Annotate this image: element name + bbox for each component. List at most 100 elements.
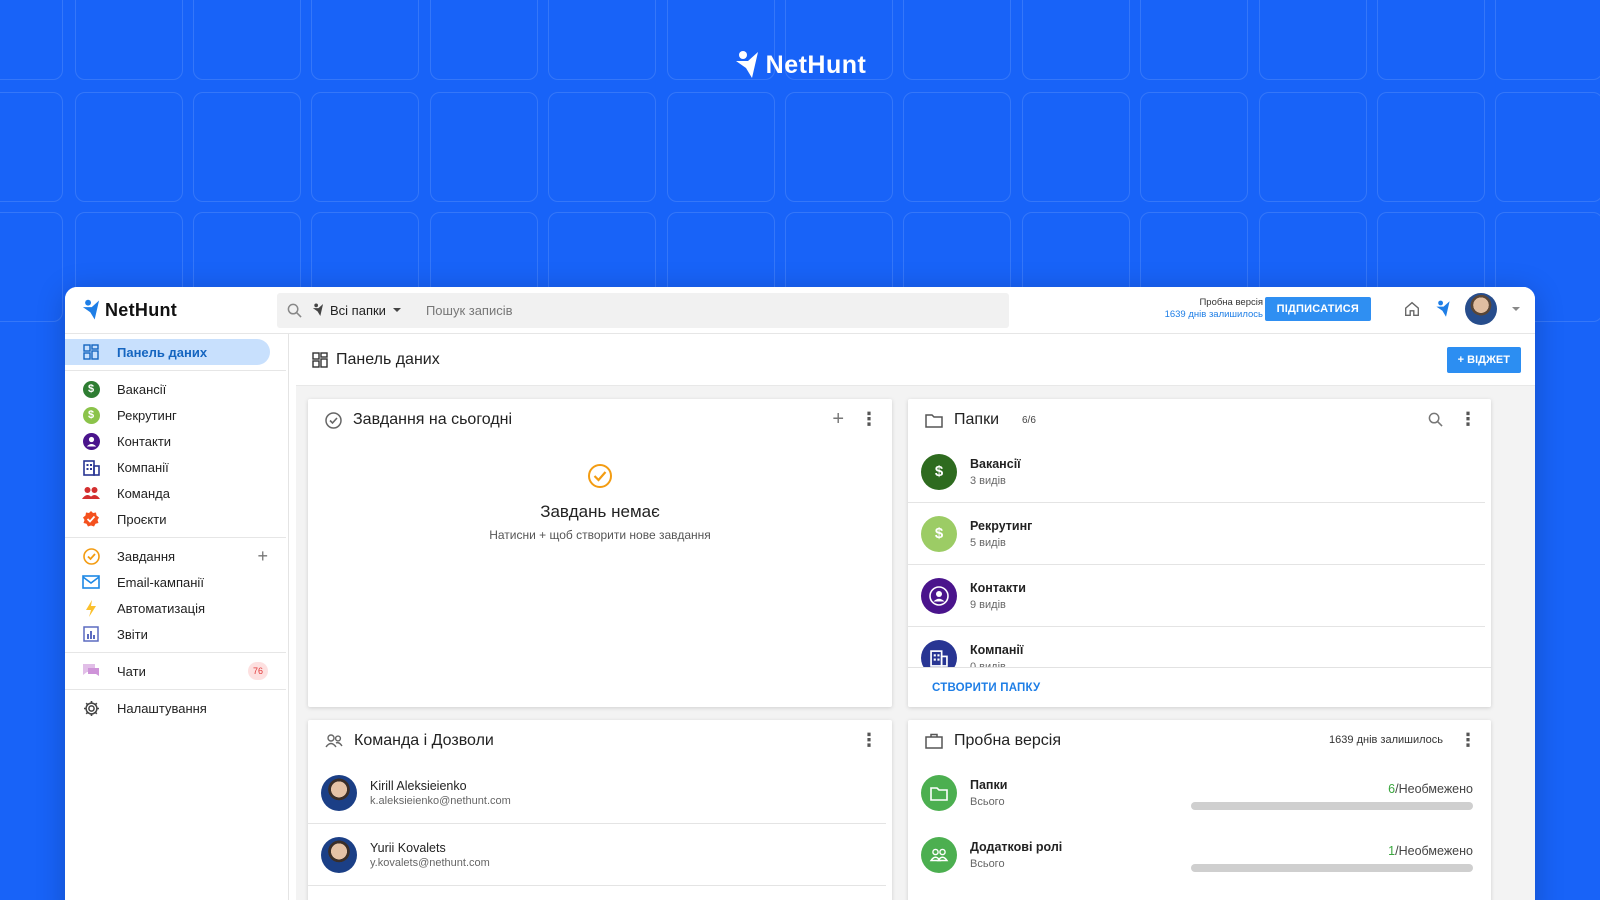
chevron-down-icon[interactable] (1511, 306, 1521, 312)
folder-icon (925, 413, 943, 428)
widget-header: Пробна версія 1639 днів залишилось ⋮ (908, 720, 1491, 762)
folder-row-vacancies[interactable]: $ Вакансії 3 видів (908, 441, 1485, 503)
subscribe-button[interactable]: ПІДПИСАТИСЯ (1264, 297, 1371, 321)
hero-logo: NetHunt (0, 50, 1600, 80)
widget-title: Команда і Дозволи (354, 732, 494, 749)
dashboard-icon (81, 342, 101, 362)
usage-value: 6/Необмежено (1388, 782, 1473, 796)
app-logo-text: NetHunt (105, 299, 178, 320)
nav-group-settings: Налаштування (65, 690, 286, 726)
group-icon (81, 483, 101, 503)
bolt-icon (81, 598, 101, 618)
sidebar-item-projects[interactable]: Проєкти (65, 506, 286, 532)
background-tile (75, 92, 183, 202)
sidebar-item-label: Чати (117, 663, 146, 679)
avatar (321, 774, 357, 811)
widget-actions: ⋮ (860, 731, 878, 749)
nav-group-dashboard: Панель даних (65, 334, 286, 371)
home-icon[interactable] (1403, 300, 1421, 318)
create-folder-button[interactable]: СТВОРИТИ ПАПКУ (908, 667, 1491, 707)
empty-title: Завдань немає (540, 502, 660, 521)
more-vert-icon[interactable]: ⋮ (860, 410, 878, 428)
nav-group-folders: $ Вакансії $ Рекрутинг Контакти Компанії (65, 371, 286, 538)
sidebar-item-team[interactable]: Команда (65, 480, 286, 506)
group-icon (921, 837, 957, 873)
background-tile (903, 92, 1011, 202)
search-icon[interactable] (1428, 412, 1443, 427)
app-logo[interactable]: NetHunt (81, 299, 277, 321)
background-tile (1140, 92, 1248, 202)
usage-name: Папки (970, 778, 1008, 792)
folders-count: 6/6 (1022, 414, 1036, 426)
nethunt-icon[interactable] (1435, 300, 1451, 318)
trial-days[interactable]: 1639 днів залишилось (1165, 309, 1263, 321)
folder-views: 9 видів (970, 598, 1006, 611)
sidebar-item-label: Автоматизація (117, 600, 205, 616)
task-check-icon (588, 464, 612, 488)
more-vert-icon[interactable]: ⋮ (1459, 731, 1477, 749)
member-row[interactable]: Yurii Kovalets y.kovalets@nethunt.com (308, 824, 886, 886)
sidebar-item-email-campaigns[interactable]: Email-кампанії (65, 569, 286, 595)
sidebar-item-dashboard[interactable]: Панель даних (65, 339, 270, 365)
add-task-icon[interactable]: + (257, 546, 268, 567)
nethunt-logo-icon (82, 299, 100, 320)
sidebar-item-chats[interactable]: Чати 76 (65, 658, 286, 684)
chats-count-badge: 76 (248, 662, 268, 680)
sidebar-item-companies[interactable]: Компанії (65, 454, 286, 480)
sidebar-item-reports[interactable]: Звіти (65, 621, 286, 647)
sidebar-item-label: Контакти (117, 433, 172, 449)
widget-title: Завдання на сьогодні (353, 411, 513, 428)
nethunt-logo-icon (735, 51, 758, 78)
chat-icon (81, 661, 101, 681)
dollar-icon: $ (81, 405, 101, 425)
usage-row-folders: Папки Всього 6/Необмежено (908, 762, 1491, 824)
background-tile (1022, 92, 1130, 202)
empty-state: Завдань немає Натисни + щоб створити нов… (308, 463, 892, 542)
dollar-icon: $ (81, 379, 101, 399)
folders-widget: Папки 6/6 ⋮ $ Вакансії 3 видів $ Рекрути… (908, 399, 1491, 707)
folder-select[interactable]: Всі папки (312, 303, 402, 318)
sidebar-item-label: Налаштування (117, 700, 207, 716)
usage-limit: /Необмежено (1395, 782, 1473, 796)
folder-row-contacts[interactable]: Контакти 9 видів (908, 565, 1485, 627)
add-icon[interactable]: + (832, 409, 844, 429)
add-widget-button[interactable]: + ВІДЖЕТ (1446, 347, 1521, 373)
folder-name: Рекрутинг (970, 518, 1033, 533)
member-name: Kirill Aleksieienko (370, 778, 467, 793)
sidebar-item-contacts[interactable]: Контакти (65, 428, 286, 454)
background-tile (667, 92, 775, 202)
background-tile (548, 92, 656, 202)
briefcase-icon (925, 733, 943, 749)
sidebar-item-vacancies[interactable]: $ Вакансії (65, 376, 286, 402)
team-widget: Команда і Дозволи ⋮ Kirill Aleksieienko … (308, 720, 892, 900)
more-vert-icon[interactable]: ⋮ (860, 731, 878, 749)
usage-value: 1/Необмежено (1388, 844, 1473, 858)
trial-days-left: 1639 днів залишилось (1329, 734, 1443, 746)
sidebar-item-tasks[interactable]: Завдання + (65, 543, 286, 569)
sidebar-item-automation[interactable]: Автоматизація (65, 595, 286, 621)
avatar[interactable] (1465, 293, 1497, 325)
widget-header: Завдання на сьогодні + ⋮ (308, 399, 892, 441)
usage-name: Додаткові ролі (970, 840, 1063, 854)
sidebar-item-label: Рекрутинг (117, 407, 177, 423)
sidebar-item-settings[interactable]: Налаштування (65, 695, 286, 721)
widget-actions: + ⋮ (832, 409, 878, 429)
sidebar-item-label: Компанії (117, 459, 169, 475)
chart-icon (81, 624, 101, 644)
task-check-icon (325, 411, 342, 429)
search-icon[interactable] (287, 303, 302, 318)
folder-row-recruiting[interactable]: $ Рекрутинг 5 видів (908, 503, 1485, 565)
search-input[interactable] (425, 302, 826, 318)
empty-subtitle: Натисни + щоб створити нове завдання (489, 528, 711, 542)
app-window: NetHunt Всі папки Пробна версія 1639 дні… (65, 287, 1535, 900)
folder-views: 3 видів (970, 474, 1006, 487)
background-tile (0, 92, 63, 202)
member-row[interactable]: Kirill Aleksieienko k.aleksieienko@nethu… (308, 762, 886, 824)
nethunt-small-icon (312, 303, 324, 316)
usage-progress-bar (1191, 864, 1473, 872)
person-icon (921, 577, 957, 614)
more-vert-icon[interactable]: ⋮ (1459, 410, 1477, 428)
chevron-down-icon (392, 308, 401, 312)
usage-limit: /Необмежено (1395, 844, 1473, 858)
sidebar-item-recruiting[interactable]: $ Рекрутинг (65, 402, 286, 428)
